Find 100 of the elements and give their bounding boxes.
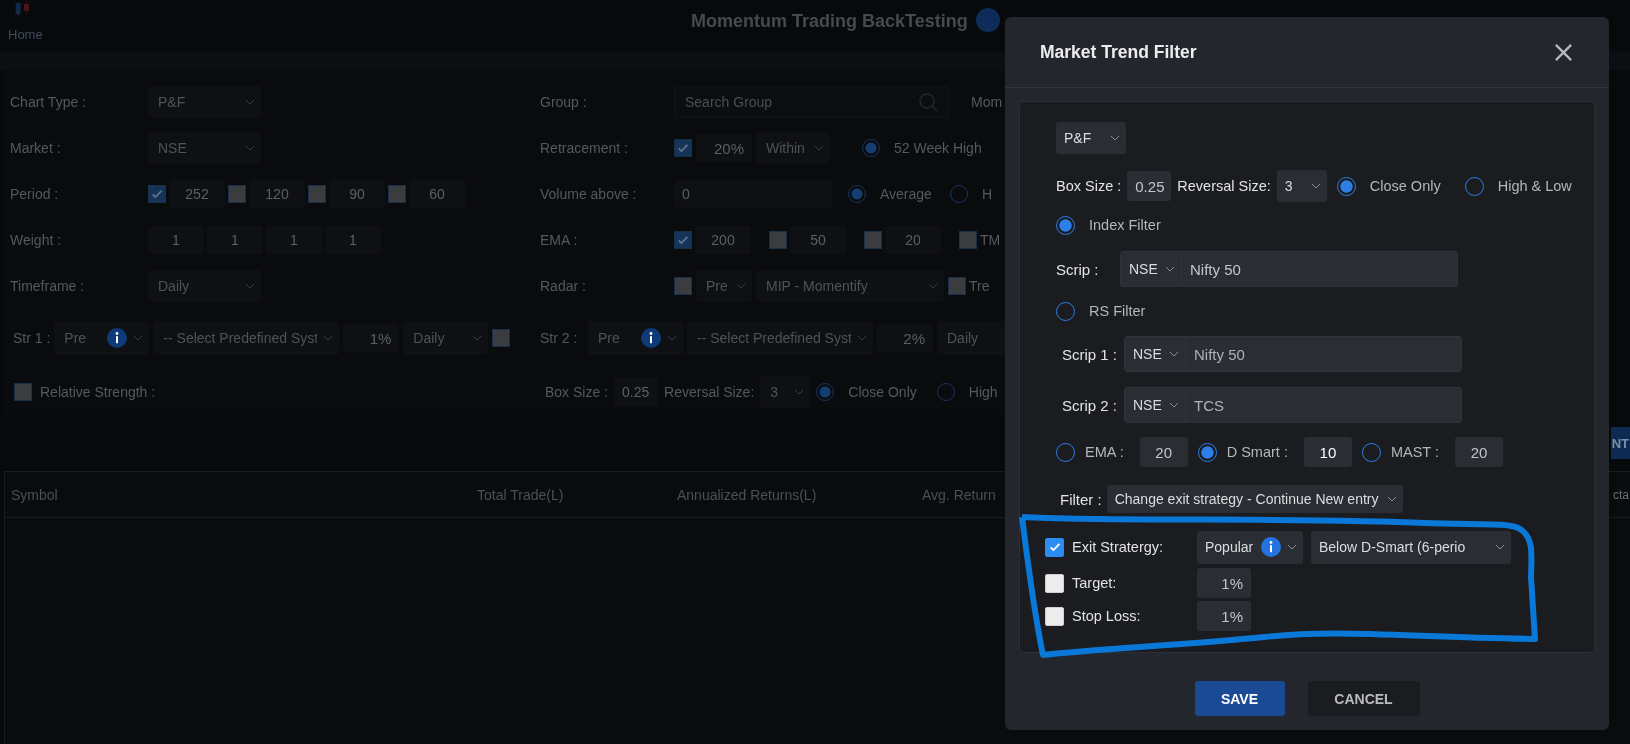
caret-icon bbox=[1386, 496, 1397, 502]
field-label: Scrip 1 : bbox=[1062, 345, 1119, 363]
option-label: 52 Week High bbox=[894, 140, 982, 156]
cancel-button[interactable]: CANCEL bbox=[1307, 681, 1420, 716]
column-header[interactable]: cta bbox=[1613, 487, 1630, 502]
badge-icon bbox=[975, 8, 1000, 32]
input-field[interactable]: 2% bbox=[877, 324, 933, 352]
input-field[interactable]: 0.25 bbox=[614, 378, 659, 406]
input-field[interactable]: 0.25 bbox=[1127, 171, 1172, 201]
dropdown[interactable]: Within bbox=[756, 132, 830, 164]
input-field[interactable]: 1% bbox=[1197, 601, 1251, 631]
input-field[interactable]: 20 bbox=[885, 226, 941, 254]
caret-icon bbox=[857, 335, 867, 341]
input-field[interactable]: 120 bbox=[249, 180, 305, 208]
field-label: Box Size : bbox=[545, 384, 609, 400]
dropdown[interactable]: Below D-Smart (6-perio bbox=[1311, 530, 1511, 564]
input-field[interactable]: 50 bbox=[790, 226, 846, 254]
checkbox[interactable] bbox=[228, 185, 246, 203]
radio-button[interactable] bbox=[1336, 176, 1356, 196]
input-field[interactable]: 60 bbox=[409, 180, 465, 208]
nav-link[interactable]: Home bbox=[8, 27, 60, 42]
dropdown[interactable]: P&F bbox=[148, 86, 261, 118]
field-label: Reversal Size: bbox=[1177, 178, 1271, 194]
field-label: Exit Stratergy: bbox=[1072, 539, 1165, 555]
input-field[interactable]: 1 bbox=[207, 226, 263, 254]
checkbox[interactable] bbox=[769, 231, 787, 249]
caret-icon bbox=[1110, 135, 1120, 141]
input-field[interactable]: 0 bbox=[674, 180, 832, 208]
caret-icon bbox=[245, 99, 255, 105]
dropdown[interactable]: Change exit strategy - Continue New entry bbox=[1106, 485, 1403, 513]
input-field[interactable]: 10 bbox=[1303, 437, 1352, 467]
field-label: Chart Type : bbox=[10, 94, 87, 110]
radio-button[interactable] bbox=[816, 383, 835, 401]
radio-button[interactable] bbox=[862, 139, 880, 157]
checkbox[interactable] bbox=[674, 231, 692, 249]
caret-icon bbox=[794, 389, 805, 395]
input-field[interactable]: 20 bbox=[1455, 437, 1503, 467]
input-field[interactable]: 1 bbox=[148, 226, 204, 254]
field-label: Scrip : bbox=[1056, 260, 1100, 278]
field-label: Mom bbox=[971, 94, 1003, 110]
dropdown[interactable]: Pre bbox=[54, 321, 150, 355]
field-label: Group : bbox=[540, 94, 588, 110]
caret-icon bbox=[472, 335, 483, 341]
option-label: D Smart : bbox=[1226, 444, 1288, 460]
dropdown[interactable]: 3 bbox=[760, 376, 811, 408]
field-label: Reversal Size: bbox=[664, 384, 755, 400]
column-header[interactable]: Total Trade(L) bbox=[477, 486, 677, 503]
input-field[interactable]: 1% bbox=[343, 324, 400, 352]
dropdown[interactable]: MIP - Momentify bbox=[756, 270, 944, 302]
info-icon bbox=[107, 328, 128, 348]
input-field[interactable]: 200 bbox=[695, 226, 751, 254]
field-label: Volume above : bbox=[540, 186, 638, 202]
checkbox[interactable] bbox=[948, 277, 966, 295]
caret-icon bbox=[133, 335, 144, 341]
checkbox[interactable] bbox=[864, 231, 882, 249]
search-field[interactable]: Search Group bbox=[674, 86, 949, 118]
checkbox[interactable] bbox=[148, 185, 166, 203]
save-button[interactable]: SAVE bbox=[1194, 681, 1285, 716]
radio-button[interactable] bbox=[1197, 442, 1217, 462]
dropdown[interactable]: P&F bbox=[1056, 122, 1126, 154]
input-field[interactable]: 20 bbox=[1139, 437, 1188, 467]
checkbox[interactable] bbox=[492, 329, 511, 347]
dropdown[interactable]: Popular bbox=[1197, 530, 1303, 564]
caret-icon bbox=[736, 283, 746, 289]
column-header[interactable]: Symbol bbox=[5, 486, 477, 503]
dropdown[interactable]: -- Select Predefined Syst bbox=[153, 321, 340, 355]
checkbox[interactable] bbox=[1045, 537, 1064, 557]
radio-button[interactable] bbox=[1056, 215, 1075, 235]
checkbox[interactable] bbox=[674, 277, 692, 295]
option-label: Close Only bbox=[1369, 178, 1441, 194]
dropdown[interactable]: 3 bbox=[1276, 170, 1327, 202]
checkbox[interactable] bbox=[14, 383, 32, 401]
dropdown[interactable]: Daily bbox=[403, 321, 489, 355]
input-field[interactable]: 90 bbox=[329, 180, 385, 208]
dropdown[interactable]: Pre bbox=[696, 270, 752, 302]
column-header[interactable]: Annualized Returns(L) bbox=[677, 486, 922, 503]
input-field[interactable]: 1 bbox=[325, 226, 381, 254]
caret-icon bbox=[1287, 544, 1297, 550]
input-field[interactable]: 1% bbox=[1197, 568, 1251, 598]
option-label: H bbox=[981, 186, 993, 202]
caret-icon bbox=[814, 145, 824, 151]
option-label: High bbox=[968, 384, 998, 400]
dropdown[interactable]: Pre bbox=[588, 321, 683, 355]
checkbox[interactable] bbox=[959, 231, 977, 249]
option-label: TM bbox=[980, 232, 1001, 248]
caret-icon bbox=[245, 145, 255, 151]
input-field[interactable]: 20% bbox=[696, 134, 752, 162]
action-button[interactable]: NT bbox=[1610, 427, 1630, 459]
dropdown[interactable]: NSE bbox=[148, 132, 261, 164]
option-label: EMA : bbox=[1085, 444, 1124, 460]
checkbox[interactable] bbox=[388, 185, 406, 203]
input-field[interactable]: 252 bbox=[169, 180, 225, 208]
option-label: MAST : bbox=[1390, 444, 1439, 460]
checkbox[interactable] bbox=[674, 139, 692, 157]
input-field[interactable]: 1 bbox=[266, 226, 322, 254]
radio-button[interactable] bbox=[848, 185, 866, 203]
option-label: RS Filter bbox=[1089, 303, 1146, 319]
dropdown[interactable]: -- Select Predefined Syst bbox=[687, 321, 873, 355]
dropdown[interactable]: Daily bbox=[148, 270, 261, 302]
checkbox[interactable] bbox=[308, 185, 326, 203]
